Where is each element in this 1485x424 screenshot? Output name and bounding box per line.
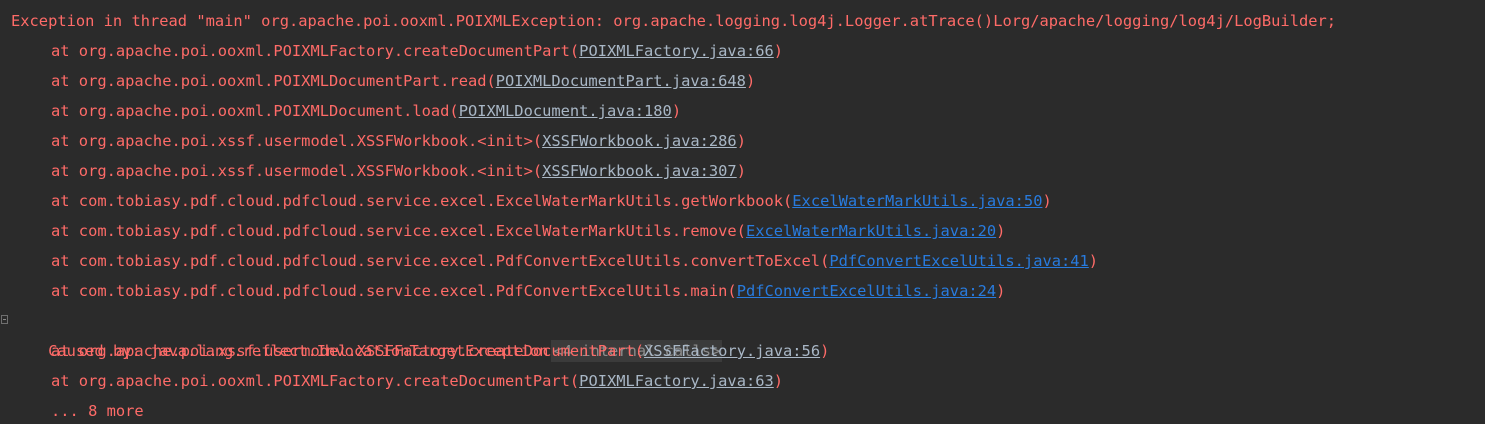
stack-frame: at org.apache.poi.ooxml.POIXMLFactory.cr… — [0, 366, 1485, 396]
stack-frame: at org.apache.poi.xssf.usermodel.XSSFWor… — [0, 156, 1485, 186]
stack-frame: at org.apache.poi.ooxml.POIXMLFactory.cr… — [0, 36, 1485, 66]
frame-method: at org.apache.poi.ooxml.POIXMLDocumentPa… — [51, 72, 496, 90]
frame-method: at com.tobiasy.pdf.cloud.pdfcloud.servic… — [51, 282, 737, 300]
frame-method: at org.apache.poi.ooxml.POIXMLFactory.cr… — [51, 372, 580, 390]
frame-close: ) — [671, 102, 682, 120]
frame-close: ) — [1088, 252, 1099, 270]
source-link[interactable]: POIXMLDocumentPart.java:648 — [496, 72, 746, 90]
caused-by-line: Caused by: java.lang.reflect.InvocationT… — [0, 306, 1485, 362]
frame-method: at org.apache.poi.xssf.usermodel.XSSFWor… — [51, 132, 543, 150]
more-frames-line: ... 8 more — [51, 402, 144, 420]
frame-close: ) — [820, 342, 830, 360]
source-link[interactable]: POIXMLDocument.java:180 — [459, 102, 672, 120]
frame-close: ) — [996, 222, 1006, 240]
frame-method: at org.apache.poi.ooxml.POIXMLFactory.cr… — [51, 42, 580, 60]
stack-frame: at com.tobiasy.pdf.cloud.pdfcloud.servic… — [0, 276, 1485, 306]
source-link[interactable]: ExcelWaterMarkUtils.java:50 — [792, 192, 1042, 210]
source-link[interactable]: XSSFFactory.java:56 — [644, 342, 820, 360]
frame-method: at com.tobiasy.pdf.cloud.pdfcloud.servic… — [51, 252, 830, 270]
source-link[interactable]: PdfConvertExcelUtils.java:41 — [829, 252, 1088, 270]
stack-frame: at org.apache.poi.ooxml.POIXMLDocument.l… — [0, 96, 1485, 126]
source-link[interactable]: PdfConvertExcelUtils.java:24 — [737, 282, 996, 300]
frame-close: ) — [773, 42, 784, 60]
frame-method: at com.tobiasy.pdf.cloud.pdfcloud.servic… — [51, 222, 746, 240]
frame-method: at org.apache.poi.xssf.usermodel.XSSFWor… — [51, 162, 543, 180]
stack-frame: at com.tobiasy.pdf.cloud.pdfcloud.servic… — [0, 186, 1485, 216]
source-link[interactable]: XSSFWorkbook.java:307 — [542, 162, 737, 180]
stack-frame: at org.apache.poi.xssf.usermodel.XSSFWor… — [0, 126, 1485, 156]
console-output: Exception in thread "main" org.apache.po… — [0, 0, 1485, 424]
frame-close: ) — [745, 72, 756, 90]
frame-close: ) — [996, 282, 1006, 300]
source-link[interactable]: POIXMLFactory.java:66 — [579, 42, 774, 60]
frame-method: at org.apache.poi.ooxml.POIXMLDocument.l… — [51, 102, 459, 120]
frame-close: ) — [773, 372, 784, 390]
stack-frame: at com.tobiasy.pdf.cloud.pdfcloud.servic… — [0, 216, 1485, 246]
frame-method: at org.apache.poi.xssf.usermodel.XSSFFac… — [51, 342, 645, 360]
source-link[interactable]: ExcelWaterMarkUtils.java:20 — [746, 222, 996, 240]
frame-close: ) — [736, 162, 746, 180]
frame-close: ) — [1042, 192, 1052, 210]
frame-close: ) — [736, 132, 746, 150]
fold-toggle-icon[interactable] — [1, 315, 8, 324]
stack-frame: at com.tobiasy.pdf.cloud.pdfcloud.servic… — [0, 246, 1485, 276]
exception-header: Exception in thread "main" org.apache.po… — [11, 12, 1337, 30]
stack-frame: at org.apache.poi.xssf.usermodel.XSSFFac… — [0, 336, 1485, 366]
source-link[interactable]: XSSFWorkbook.java:286 — [542, 132, 737, 150]
frame-method: at com.tobiasy.pdf.cloud.pdfcloud.servic… — [51, 192, 793, 210]
stack-frame: at org.apache.poi.ooxml.POIXMLDocumentPa… — [0, 66, 1485, 96]
source-link[interactable]: POIXMLFactory.java:63 — [579, 372, 774, 390]
